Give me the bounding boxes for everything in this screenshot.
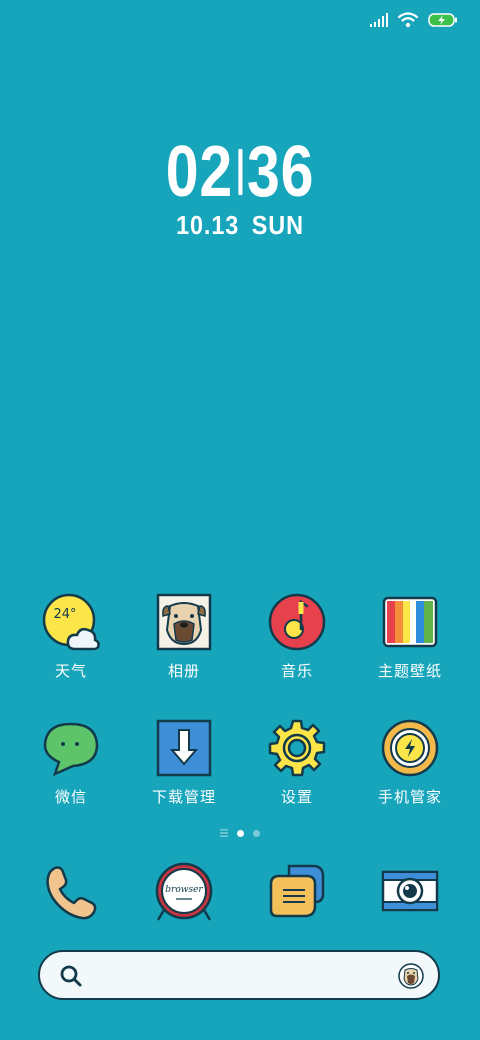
menu-lines-icon bbox=[220, 829, 228, 837]
app-label: 下载管理 bbox=[151, 788, 216, 806]
app-label: 微信 bbox=[54, 788, 87, 806]
app-gallery[interactable]: 相册 bbox=[128, 592, 240, 681]
security-center-icon bbox=[381, 719, 439, 777]
clock-time: 02 36 bbox=[43, 136, 437, 208]
clock-minutes: 36 bbox=[246, 132, 315, 212]
app-label: 相册 bbox=[167, 662, 200, 680]
gallery-pug-icon bbox=[156, 593, 212, 651]
date-text: 10.13 bbox=[176, 210, 240, 240]
app-wechat[interactable]: 微信 bbox=[15, 718, 127, 807]
app-weather[interactable]: 24° 天气 bbox=[15, 592, 127, 681]
wechat-icon bbox=[43, 722, 99, 777]
clock-widget[interactable]: 02 36 10.13 SUN bbox=[0, 136, 480, 241]
weather-icon: 24° bbox=[42, 593, 100, 651]
wifi-icon bbox=[398, 12, 418, 28]
clock-hours: 02 bbox=[165, 132, 234, 212]
app-label: 主题壁纸 bbox=[377, 662, 442, 680]
browser-label: browser bbox=[165, 885, 203, 895]
page-indicator[interactable] bbox=[0, 829, 480, 837]
app-label: 音乐 bbox=[280, 662, 313, 680]
app-music[interactable]: 音乐 bbox=[241, 592, 353, 681]
settings-gear-icon bbox=[268, 719, 326, 777]
pug-avatar-icon[interactable] bbox=[398, 963, 424, 989]
phone-icon[interactable] bbox=[41, 862, 101, 922]
download-manager-icon bbox=[156, 719, 212, 777]
signal-bars-icon bbox=[370, 13, 388, 27]
weather-temperature: 24° bbox=[53, 607, 76, 622]
battery-charging-icon bbox=[428, 13, 457, 27]
camera-icon[interactable] bbox=[380, 862, 440, 922]
themes-icon bbox=[382, 596, 438, 648]
app-security[interactable]: 手机管家 bbox=[354, 718, 466, 807]
app-settings[interactable]: 设置 bbox=[241, 718, 353, 807]
messages-icon[interactable] bbox=[267, 862, 327, 922]
weekday-text: SUN bbox=[251, 210, 304, 240]
status-bar bbox=[370, 8, 458, 32]
browser-icon[interactable]: browser bbox=[154, 862, 214, 922]
search-bar[interactable] bbox=[38, 950, 440, 1000]
music-icon bbox=[268, 593, 326, 651]
search-icon[interactable] bbox=[60, 965, 82, 987]
app-label: 设置 bbox=[280, 788, 313, 806]
clock-date: 10.13 SUN bbox=[24, 210, 456, 241]
page-dot-active[interactable] bbox=[237, 829, 244, 837]
app-downloads[interactable]: 下载管理 bbox=[128, 718, 240, 807]
app-label: 手机管家 bbox=[377, 788, 442, 806]
clock-separator bbox=[237, 149, 243, 195]
app-label: 天气 bbox=[54, 662, 87, 680]
app-themes[interactable]: 主题壁纸 bbox=[354, 592, 466, 681]
page-dot[interactable] bbox=[253, 829, 260, 837]
